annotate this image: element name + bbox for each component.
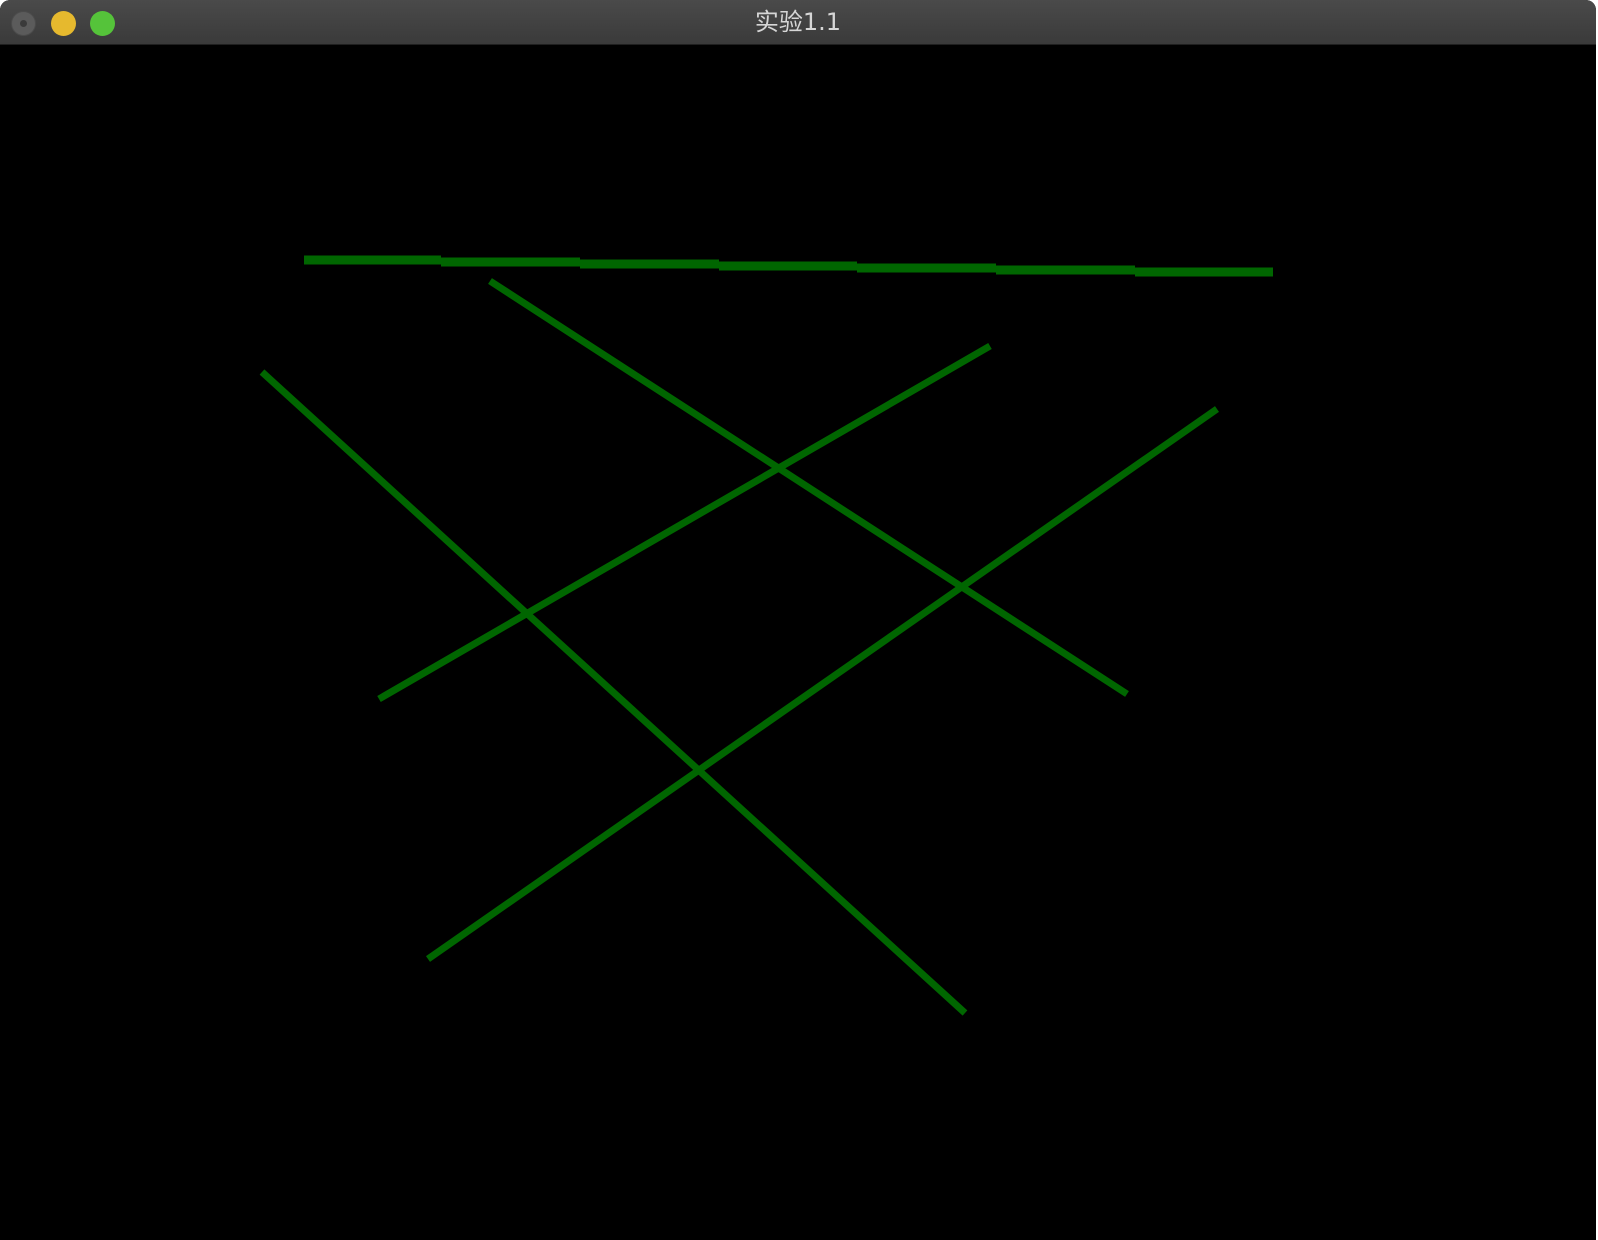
diagonal-line-1 [488, 278, 1129, 697]
app-window: 实验1.1 [0, 0, 1596, 1240]
title-bar[interactable]: 实验1.1 [0, 0, 1596, 45]
diagonal-line-4 [425, 406, 1220, 962]
horizontal-stepped-line [304, 255, 1273, 277]
diagonal-line-3 [259, 369, 968, 1016]
window-title: 实验1.1 [754, 8, 842, 36]
drawing-canvas [0, 45, 1596, 1240]
drawing-surface [259, 255, 1273, 1016]
diagonal-line-2 [377, 342, 992, 703]
